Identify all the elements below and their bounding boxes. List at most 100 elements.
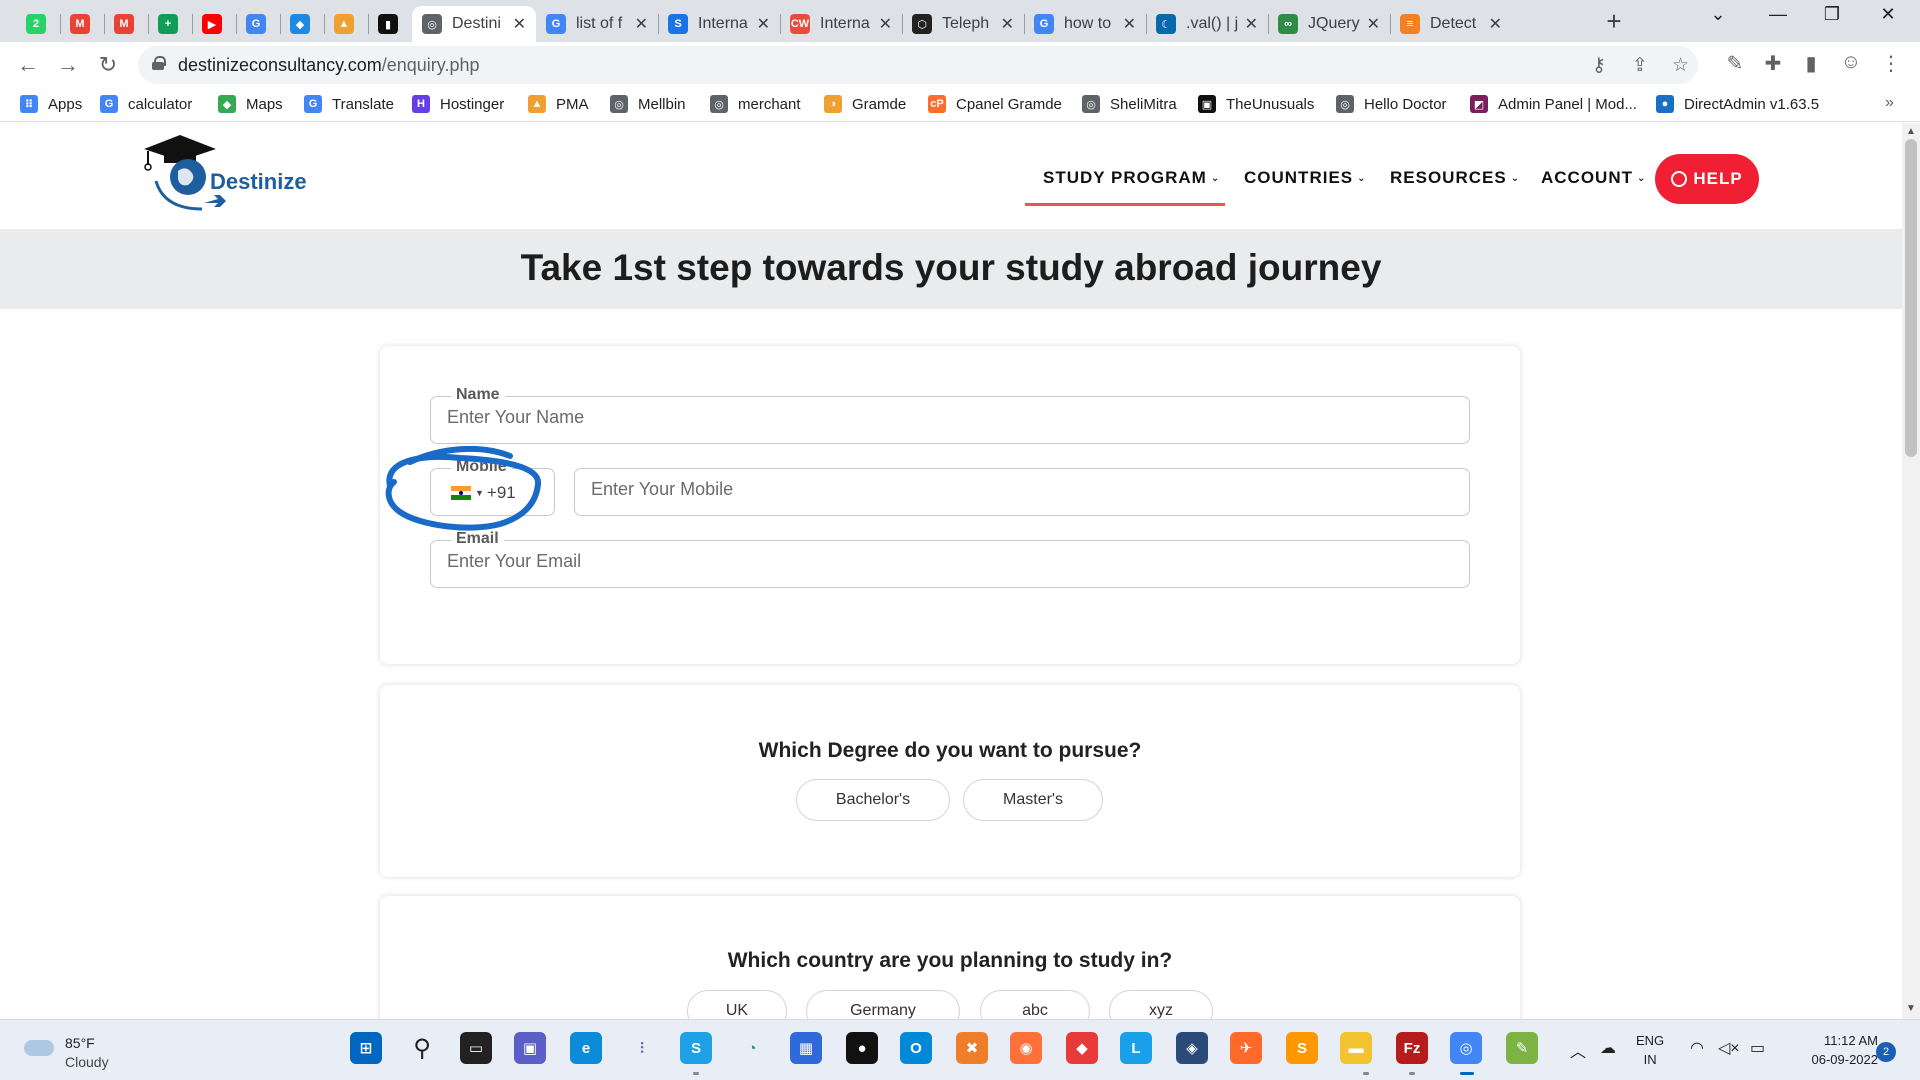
name-field[interactable]: Name <box>430 386 1470 444</box>
browser-tab[interactable]: ◎ Destini ✕ <box>412 6 536 42</box>
browser-tab[interactable]: ☾ .val() | j ✕ <box>1146 6 1268 42</box>
browser-tab[interactable]: ▮ <box>368 6 412 42</box>
start-icon[interactable]: ⊞ <box>350 1032 382 1064</box>
menu-kebab-icon[interactable]: ⋮ <box>1876 51 1906 76</box>
country-option-xyz[interactable]: xyz <box>1109 990 1213 1019</box>
file-explorer-icon[interactable]: ▬ <box>1340 1032 1372 1064</box>
nav-account[interactable]: ACCOUNT ⌄ <box>1541 168 1646 188</box>
firefox-icon[interactable]: ◉ <box>1010 1032 1042 1064</box>
site-logo[interactable]: Destinize <box>144 129 314 221</box>
reload-icon[interactable]: ↻ <box>94 51 122 79</box>
browser-tab[interactable]: ∞ JQuery ✕ <box>1268 6 1390 42</box>
close-tab-icon[interactable]: ✕ <box>1123 14 1136 34</box>
tray-chevron-up-icon[interactable]: ︿ <box>1570 1038 1586 1062</box>
browser-tab[interactable]: Glist of f ✕ <box>536 6 658 42</box>
browser-tab[interactable]: + <box>148 6 192 42</box>
bookmarks-overflow-icon[interactable]: » <box>1885 94 1894 112</box>
bookmark-item[interactable]: cP Cpanel Gramde <box>928 95 1062 113</box>
address-bar[interactable]: destinizeconsultancy.com/enquiry.php ⚷ ⇪… <box>138 46 1698 84</box>
voice-icon[interactable]: ⫶ <box>626 1032 658 1064</box>
tab-search-icon[interactable]: ⌄ <box>1696 4 1740 25</box>
browser-tab[interactable]: ≡ Detect ✕ <box>1390 6 1512 42</box>
bookmark-item[interactable]: Gcalculator <box>100 95 192 113</box>
bookmark-item[interactable]: ◎ SheliMitra <box>1082 95 1177 113</box>
mobile-field[interactable] <box>574 468 1470 516</box>
lock-icon[interactable] <box>152 56 166 70</box>
share-icon[interactable]: ⇪ <box>1632 54 1648 77</box>
help-button[interactable]: HELP <box>1655 154 1759 204</box>
browser-tab[interactable]: ▶ <box>192 6 236 42</box>
close-tab-icon[interactable]: ✕ <box>1367 14 1380 34</box>
browser-tab[interactable]: ◆ <box>280 6 324 42</box>
close-tab-icon[interactable]: ✕ <box>1489 14 1502 34</box>
l-app-icon[interactable]: L <box>1120 1032 1152 1064</box>
country-option-abc[interactable]: abc <box>980 990 1090 1019</box>
browser-tab[interactable]: M <box>60 6 104 42</box>
speaker-muted-icon[interactable]: ◁× <box>1718 1038 1740 1058</box>
bookmark-item[interactable]: ⠿ Apps <box>20 95 82 113</box>
bookmark-item[interactable]: ◎ Hello Doctor <box>1336 95 1447 113</box>
sublime-icon[interactable]: S <box>1286 1032 1318 1064</box>
xampp-icon[interactable]: ✖ <box>956 1032 988 1064</box>
bookmark-star-icon[interactable]: ☆ <box>1672 54 1689 77</box>
degree-option-bachelors[interactable]: Bachelor's <box>796 779 950 821</box>
bookmark-item[interactable]: ◎ merchant <box>710 95 801 113</box>
wifi-icon[interactable]: ◠ <box>1690 1038 1704 1058</box>
close-tab-icon[interactable]: ✕ <box>757 14 770 34</box>
restore-icon[interactable]: ❐ <box>1810 4 1854 25</box>
browser-tab[interactable]: Ghow to ✕ <box>1024 6 1146 42</box>
nav-resources[interactable]: RESOURCES ⌄ <box>1390 168 1520 188</box>
task-view-icon[interactable]: ▭ <box>460 1032 492 1064</box>
bookmark-item[interactable]: ◑ Gramde <box>824 95 906 113</box>
forward-icon[interactable]: → <box>54 51 82 79</box>
close-tab-icon[interactable]: ✕ <box>1001 14 1014 34</box>
country-option-uk[interactable]: UK <box>687 990 787 1019</box>
notification-badge[interactable]: 2 <box>1876 1042 1896 1062</box>
name-input[interactable] <box>447 407 1382 428</box>
edge-icon[interactable]: e <box>570 1032 602 1064</box>
postman-icon[interactable]: ✈ <box>1230 1032 1262 1064</box>
store-icon[interactable]: ▦ <box>790 1032 822 1064</box>
degree-option-masters[interactable]: Master's <box>963 779 1103 821</box>
bookmark-item[interactable]: ◩ Admin Panel | Mod... <box>1470 95 1637 113</box>
filezilla-icon[interactable]: Fz <box>1396 1032 1428 1064</box>
side-panel-icon[interactable]: ▮ <box>1796 51 1826 76</box>
nav-countries[interactable]: COUNTRIES ⌄ <box>1244 168 1367 188</box>
mobile-input[interactable] <box>591 479 1396 500</box>
app-o-icon[interactable]: O <box>900 1032 932 1064</box>
browser-tab[interactable]: M <box>104 6 148 42</box>
back-icon[interactable]: ← <box>14 51 42 79</box>
extension-edit-icon[interactable]: ✎ <box>1720 51 1750 76</box>
bookmark-item[interactable]: ▲ PMA <box>528 95 589 113</box>
system-clock[interactable]: 11:12 AM 06-09-2022 <box>1788 1031 1879 1069</box>
onedrive-cloud-icon[interactable]: ☁ <box>1600 1038 1616 1058</box>
browser-tab[interactable]: CW Interna ✕ <box>780 6 902 42</box>
page-scrollbar[interactable]: ▲ ▼ <box>1902 123 1920 1019</box>
bookmark-item[interactable]: ◆ Maps <box>218 95 283 113</box>
url-text[interactable]: destinizeconsultancy.com/enquiry.php <box>178 55 480 76</box>
language-indicator[interactable]: ENG IN <box>1636 1031 1664 1069</box>
new-tab-button[interactable]: + <box>1598 6 1630 37</box>
bookmark-item[interactable]: G Translate <box>304 95 394 113</box>
scroll-up-icon[interactable]: ▲ <box>1906 126 1916 137</box>
browser-tab[interactable]: G <box>236 6 280 42</box>
nav-study-program[interactable]: STUDY PROGRAM ⌄ <box>1043 168 1220 188</box>
close-window-icon[interactable]: ✕ <box>1866 4 1910 25</box>
country-option-germany[interactable]: Germany <box>806 990 960 1019</box>
paint-icon[interactable]: ✎ <box>1506 1032 1538 1064</box>
browser-tab[interactable]: ▲ <box>324 6 368 42</box>
record-icon[interactable]: ● <box>846 1032 878 1064</box>
battery-icon[interactable]: ▭ <box>1750 1038 1765 1058</box>
browser-tab[interactable]: ⬡ Teleph ✕ <box>902 6 1024 42</box>
chrome-icon[interactable]: ◎ <box>1450 1032 1482 1064</box>
close-tab-icon[interactable]: ✕ <box>513 14 526 34</box>
scroll-thumb[interactable] <box>1905 139 1917 457</box>
teams-chat-icon[interactable]: ▣ <box>514 1032 546 1064</box>
key-icon[interactable]: ⚷ <box>1592 54 1606 77</box>
email-input[interactable] <box>447 551 1382 572</box>
close-tab-icon[interactable]: ✕ <box>1245 14 1258 34</box>
bookmark-item[interactable]: ▣ TheUnusuals <box>1198 95 1314 113</box>
skype-icon[interactable]: S <box>680 1032 712 1064</box>
minimize-icon[interactable]: — <box>1756 4 1800 25</box>
bookmark-item[interactable]: ● DirectAdmin v1.63.5 <box>1656 95 1819 113</box>
